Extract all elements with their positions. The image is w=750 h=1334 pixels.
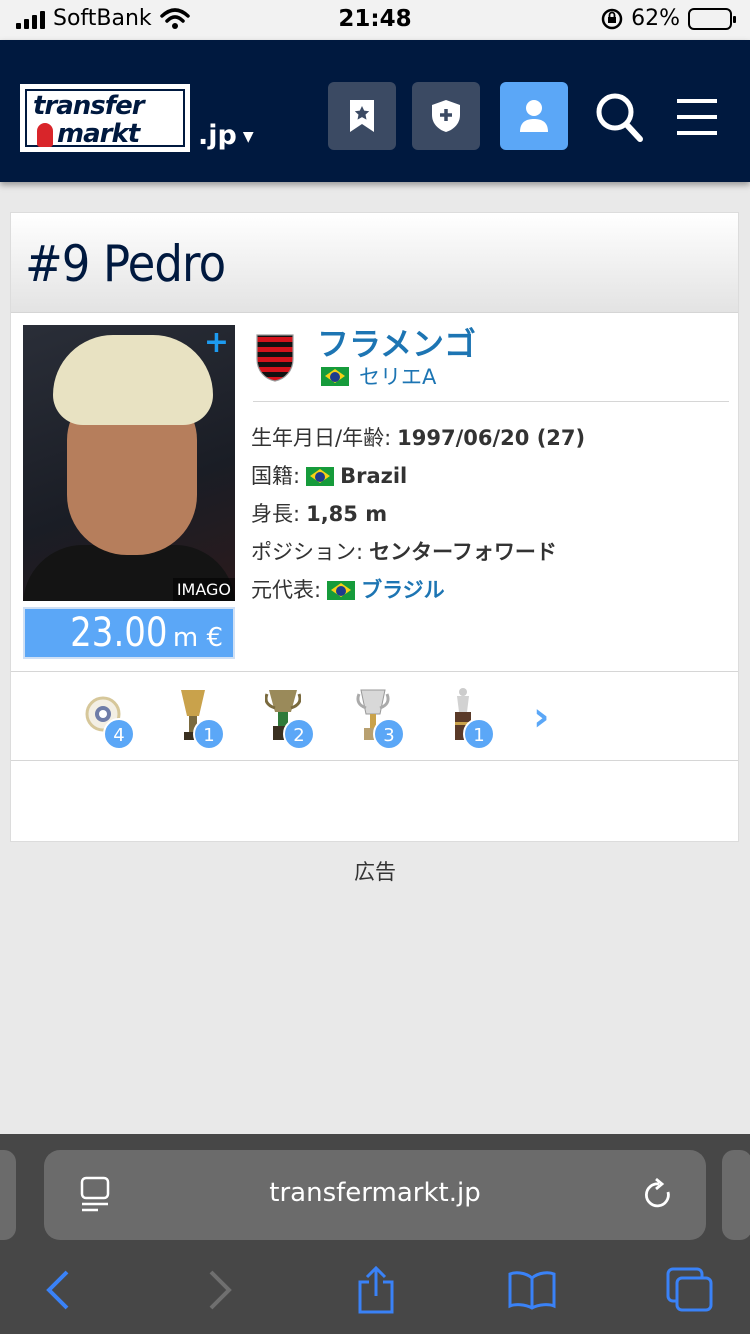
battery-percent: 62% [631, 6, 680, 31]
citizenship-value: Brazil [340, 464, 408, 488]
menu-button[interactable] [668, 88, 726, 146]
reload-icon[interactable] [642, 1178, 674, 1212]
position-value: センターフォワード [369, 540, 557, 564]
brazil-flag-icon [327, 580, 356, 600]
ad-label: 広告 [354, 860, 396, 884]
logo-player-icon [37, 123, 53, 147]
search-button[interactable] [590, 88, 648, 146]
page-title: #9 Pedro [25, 235, 226, 293]
brazil-flag-icon [321, 366, 349, 386]
info-row-national-team: 元代表: ブラジル [251, 571, 585, 609]
trophy-item[interactable]: 1 [435, 684, 495, 750]
account-button[interactable] [500, 82, 568, 150]
logo-text-bottom: markt [57, 119, 140, 149]
player-card: #9 Pedro + IMAGO 23.00 m € フラメンゴ セリエA 生年… [10, 212, 739, 842]
trophy-count-badge: 2 [283, 718, 315, 750]
url-text: transfermarkt.jp [269, 1178, 481, 1208]
orientation-lock-icon [601, 8, 623, 29]
dob-label: 生年月日/年齢: [251, 426, 392, 450]
domain-label: .jp [198, 120, 237, 151]
market-value[interactable]: 23.00 m € [23, 607, 235, 659]
club-crest-icon[interactable] [255, 333, 295, 383]
club-link[interactable]: フラメンゴ [317, 319, 476, 365]
trophy-count-badge: 1 [463, 718, 495, 750]
status-right: 62% [601, 6, 736, 31]
info-row-position: ポジション: センターフォワード [251, 533, 585, 571]
trophy-count-badge: 3 [373, 718, 405, 750]
watchlist-button[interactable] [328, 82, 396, 150]
divider [253, 401, 729, 402]
domain-selector[interactable]: .jp ▼ [198, 120, 254, 151]
trophy-row: 4 1 2 3 1 › [11, 671, 738, 761]
citizenship-label: 国籍: [251, 464, 301, 488]
info-row-dob: 生年月日/年齢: 1997/06/20 (27) [251, 419, 585, 457]
player-header: #9 Pedro [11, 213, 738, 313]
market-value-unit: m € [172, 623, 223, 653]
previous-tab-preview[interactable] [0, 1150, 16, 1240]
chevron-left-icon [46, 1270, 69, 1310]
trophy-item[interactable]: 2 [255, 684, 315, 750]
share-icon [358, 1266, 394, 1314]
menu-icon [677, 99, 717, 135]
national-team-link[interactable]: ブラジル [361, 571, 445, 609]
player-photo[interactable]: + IMAGO [23, 325, 235, 601]
chevron-right-icon[interactable]: › [533, 694, 549, 740]
search-icon [596, 93, 643, 142]
chevron-right-icon [209, 1270, 232, 1310]
trophy-item[interactable]: 3 [345, 684, 405, 750]
brazil-flag-icon [306, 466, 335, 486]
bookmark-icon [350, 100, 374, 132]
logo-text-top: transfer [33, 91, 145, 121]
trophy-item[interactable]: 1 [165, 684, 225, 750]
forward-button[interactable] [190, 1264, 250, 1316]
dob-value: 1997/06/20 (27) [397, 426, 586, 450]
market-value-number: 23.00 [70, 610, 168, 656]
user-icon [520, 100, 548, 132]
browser-toolbar: transfermarkt.jp [0, 1134, 750, 1334]
height-value: 1,85 m [306, 502, 388, 526]
player-info: 生年月日/年齢: 1997/06/20 (27) 国籍: Brazil 身長: … [251, 419, 585, 609]
info-row-height: 身長: 1,85 m [251, 495, 585, 533]
bookmarks-button[interactable] [502, 1264, 562, 1316]
photo-gallery-plus-icon[interactable]: + [204, 325, 229, 360]
status-bar: SoftBank 21:48 62% [0, 0, 750, 40]
site-header: transfer markt .jp ▼ [0, 40, 750, 182]
caret-down-icon: ▼ [242, 128, 254, 145]
photo-credit: IMAGO [172, 578, 235, 601]
info-row-citizenship: 国籍: Brazil [251, 457, 585, 495]
my-club-button[interactable] [412, 82, 480, 150]
transfermarkt-logo[interactable]: transfer markt [20, 84, 190, 152]
league-link[interactable]: セリエA [321, 361, 436, 391]
battery-icon [688, 7, 736, 30]
trophy-count-badge: 1 [193, 718, 225, 750]
share-button[interactable] [346, 1264, 406, 1316]
tabs-icon [666, 1267, 713, 1312]
position-label: ポジション: [251, 540, 364, 564]
national-team-label: 元代表: [251, 578, 322, 602]
shield-plus-icon [432, 100, 460, 132]
tabs-button[interactable] [660, 1264, 720, 1316]
book-icon [508, 1271, 556, 1310]
back-button[interactable] [28, 1264, 88, 1316]
height-label: 身長: [251, 502, 301, 526]
league-label: セリエA [359, 365, 437, 389]
trophy-count-badge: 4 [103, 718, 135, 750]
trophy-item[interactable]: 4 [75, 684, 135, 750]
next-tab-preview[interactable] [722, 1150, 750, 1240]
address-bar[interactable]: transfermarkt.jp [44, 1150, 706, 1240]
